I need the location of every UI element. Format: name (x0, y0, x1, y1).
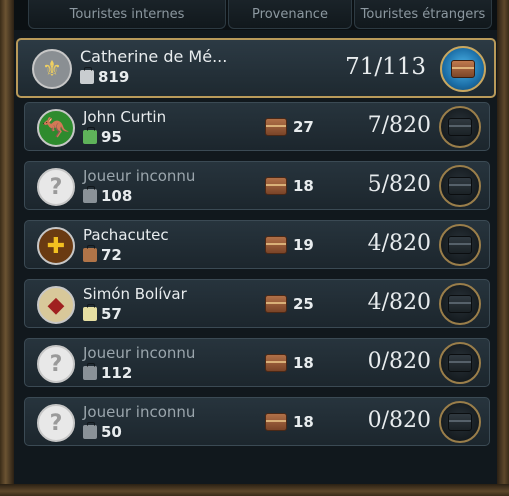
origin-tourists-value: 25 (293, 295, 314, 313)
player-name: John Curtin (83, 108, 167, 126)
fleur-de-lis-icon: ⚜ (32, 49, 72, 89)
frame-bottom-border (0, 484, 509, 496)
foreign-tourists-score: 71/113 (345, 54, 426, 80)
player-row[interactable]: ? Joueur inconnu 50 18 0/820 (24, 397, 490, 446)
chest-icon (448, 413, 472, 431)
origin-tourists-value: 19 (293, 236, 314, 254)
treasure-chest-icon (265, 354, 287, 372)
domestic-tourists-value: 95 (101, 128, 122, 146)
question-mark-icon: ? (37, 345, 75, 383)
suitcase-icon (83, 127, 97, 144)
treasure-chest-icon (265, 177, 287, 195)
treasure-chest-icon (265, 236, 287, 254)
suitcase-icon (83, 363, 97, 380)
column-header-bar: Touristes internes Provenance Touristes … (14, 0, 497, 30)
suitcase-icon (83, 186, 97, 203)
inca-cross-icon: ✚ (37, 227, 75, 265)
domestic-tourists-value: 50 (101, 423, 122, 441)
player-name: Joueur inconnu (83, 344, 196, 362)
header-origin[interactable]: Provenance (228, 0, 352, 29)
domestic-tourists: 72 (83, 245, 122, 264)
origin-tourists: 18 (265, 176, 314, 196)
chest-icon (448, 177, 472, 195)
chest-icon (448, 118, 472, 136)
suitcase-icon (83, 304, 97, 321)
foreign-tourists-score: 7/820 (367, 113, 431, 138)
frame-right-border (497, 0, 509, 496)
treasure-chest-icon (265, 295, 287, 313)
tourism-chest-button[interactable] (440, 46, 486, 92)
kangaroo-icon: 🦘 (37, 109, 75, 147)
chest-icon (448, 354, 472, 372)
origin-tourists: 19 (265, 235, 314, 255)
player-name: Pachacutec (83, 226, 169, 244)
origin-tourists: 18 (265, 412, 314, 432)
origin-tourists-value: 27 (293, 118, 314, 136)
tourism-chest-button[interactable] (439, 283, 481, 325)
shield-crest-icon: ◆ (37, 286, 75, 324)
tourism-chest-button[interactable] (439, 224, 481, 266)
domestic-tourists: 819 (80, 67, 130, 86)
foreign-tourists-score: 4/820 (367, 231, 431, 256)
player-row[interactable]: ✚ Pachacutec 72 19 4/820 (24, 220, 490, 269)
player-tourism-list: ⚜ Catherine de Mé... 819 71/113 🦘 John Curtin… (14, 30, 497, 484)
player-row[interactable]: ◆ Simón Bolívar 57 25 4/820 (24, 279, 490, 328)
suitcase-icon (83, 245, 97, 262)
treasure-chest-icon (265, 413, 287, 431)
domestic-tourists: 95 (83, 127, 122, 146)
tourism-chest-button[interactable] (439, 342, 481, 384)
foreign-tourists-score: 0/820 (367, 408, 431, 433)
player-row[interactable]: ? Joueur inconnu 108 18 5/820 (24, 161, 490, 210)
header-foreign-tourists[interactable]: Touristes étrangers (354, 0, 492, 29)
player-row[interactable]: 🦘 John Curtin 95 27 7/820 (24, 102, 490, 151)
domestic-tourists-value: 57 (101, 305, 122, 323)
player-row[interactable]: ⚜ Catherine de Mé... 819 71/113 (16, 38, 496, 98)
origin-tourists: 27 (265, 117, 314, 137)
tourism-chest-button[interactable] (439, 165, 481, 207)
domestic-tourists-value: 72 (101, 246, 122, 264)
chest-icon (451, 60, 475, 78)
domestic-tourists-value: 108 (101, 187, 133, 205)
suitcase-icon (83, 422, 97, 439)
origin-tourists-value: 18 (293, 413, 314, 431)
question-mark-icon: ? (37, 404, 75, 442)
frame-left-border (0, 0, 14, 496)
domestic-tourists: 108 (83, 186, 133, 205)
player-row[interactable]: ? Joueur inconnu 112 18 0/820 (24, 338, 490, 387)
origin-tourists: 25 (265, 294, 314, 314)
player-name: Joueur inconnu (83, 167, 196, 185)
chest-icon (448, 295, 472, 313)
tourism-chest-button[interactable] (439, 106, 481, 148)
question-mark-icon: ? (37, 168, 75, 206)
suitcase-icon (80, 67, 94, 84)
origin-tourists-value: 18 (293, 354, 314, 372)
treasure-chest-icon (265, 118, 287, 136)
domestic-tourists-value: 819 (98, 68, 130, 86)
domestic-tourists-value: 112 (101, 364, 133, 382)
header-domestic-tourists[interactable]: Touristes internes (28, 0, 226, 29)
player-name: Catherine de Mé... (80, 47, 228, 66)
foreign-tourists-score: 4/820 (367, 290, 431, 315)
origin-tourists-value: 18 (293, 177, 314, 195)
domestic-tourists: 50 (83, 422, 122, 441)
foreign-tourists-score: 5/820 (367, 172, 431, 197)
foreign-tourists-score: 0/820 (367, 349, 431, 374)
chest-icon (448, 236, 472, 254)
origin-tourists: 18 (265, 353, 314, 373)
player-name: Simón Bolívar (83, 285, 187, 303)
player-name: Joueur inconnu (83, 403, 196, 421)
domestic-tourists: 112 (83, 363, 133, 382)
tourism-chest-button[interactable] (439, 401, 481, 443)
domestic-tourists: 57 (83, 304, 122, 323)
